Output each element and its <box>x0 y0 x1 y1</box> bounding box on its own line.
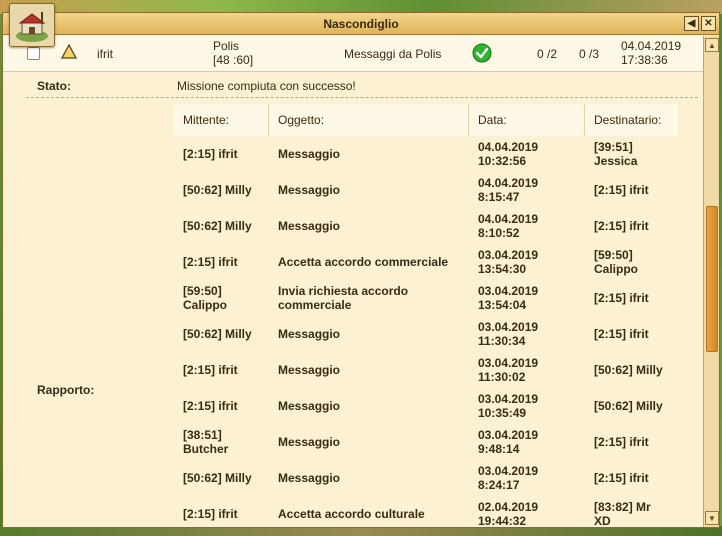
report-row: [2:15] ifrit Accetta accordo culturale 02.… <box>173 496 678 527</box>
header-subject: Oggetto: <box>278 113 325 127</box>
vertical-scrollbar[interactable]: ▲ ▼ <box>703 36 719 527</box>
report-date: 03.04.2019 11:30:34 <box>478 320 539 348</box>
header-date: Data: <box>478 113 507 127</box>
report-subject: Messaggio <box>278 327 341 341</box>
hideout-building-icon <box>9 3 55 47</box>
header-recipient: Destinatario: <box>594 113 662 127</box>
report-recipient[interactable]: [2:15] ifrit <box>594 183 649 197</box>
scroll-down-icon[interactable]: ▼ <box>705 511 719 525</box>
header-sender: Mittente: <box>183 113 230 127</box>
select-checkbox[interactable] <box>27 47 40 60</box>
report-subject: Messaggio <box>278 183 341 197</box>
scrollbar-thumb[interactable] <box>706 206 718 352</box>
report-header-row: Mittente: Oggetto: Data: Destinatario: <box>173 104 678 136</box>
report-sender[interactable]: [50:62] Milly <box>183 471 252 485</box>
report-date: 03.04.2019 13:54:30 <box>478 248 539 276</box>
report-recipient[interactable]: [2:15] ifrit <box>594 471 649 485</box>
report-row: [59:50] Calippo Invia richiesta accordo c… <box>173 280 678 316</box>
report-recipient[interactable]: [50:62] Milly <box>594 363 663 377</box>
report-date: 04.04.2019 8:10:52 <box>478 212 539 240</box>
arrow-left-icon[interactable]: ◀ <box>684 16 699 31</box>
report-row: [38:51] Butcher Messaggio 03.04.2019 9:48:… <box>173 424 678 460</box>
polis-name: Polis <box>213 39 240 53</box>
report-date: 02.04.2019 19:44:32 <box>478 500 539 527</box>
message-row[interactable]: ifrit Polis [48 :60] Messaggi da Polis 0… <box>3 36 703 72</box>
message-subject[interactable]: Messaggi da Polis <box>344 47 441 61</box>
window-title: Nascondiglio <box>323 17 399 31</box>
report-recipient[interactable]: [83:82] Mr XD <box>594 500 651 527</box>
report-sender[interactable]: [50:62] Milly <box>183 183 252 197</box>
report-subject: Messaggio <box>278 471 341 485</box>
hideout-window: Nascondiglio ◀ ✕ ifrit Polis [48 :60] Me… <box>2 3 720 528</box>
report-recipient[interactable]: [59:50] Calippo <box>594 248 638 276</box>
report-date: 03.04.2019 13:54:04 <box>478 284 539 312</box>
report-row: [2:15] ifrit Messaggio 03.04.2019 10:35:49… <box>173 388 678 424</box>
report-date: 04.04.2019 10:32:56 <box>478 140 539 168</box>
report-subject: Accetta accordo culturale <box>278 507 425 521</box>
report-subject: Invia richiesta accordo commerciale <box>278 284 409 312</box>
report-row: [2:15] ifrit Messaggio 03.04.2019 11:30:02… <box>173 352 678 388</box>
message-date: 04.04.2019 17:38:36 <box>621 39 681 67</box>
report-row: [50:62] Milly Messaggio 03.04.2019 8:24:17… <box>173 460 678 496</box>
report-recipient[interactable]: [2:15] ifrit <box>594 327 649 341</box>
message-date-day: 04.04.2019 <box>621 39 682 53</box>
close-icon[interactable]: ✕ <box>701 16 716 31</box>
report-subject: Messaggio <box>278 147 341 161</box>
polis-coords: [48 :60] <box>213 53 254 67</box>
report-subject: Messaggio <box>278 435 341 449</box>
status-label: Stato: <box>37 79 71 93</box>
report-date: 03.04.2019 11:30:02 <box>478 356 539 384</box>
status-row: Stato: Missione compiuta con successo! <box>26 73 698 98</box>
report-row: [2:15] ifrit Accetta accordo commerciale 0… <box>173 244 678 280</box>
report-rows: [2:15] ifrit Messaggio 04.04.2019 10:32:56… <box>173 136 678 527</box>
report-subject: Messaggio <box>278 219 341 233</box>
status-value: Missione compiuta con successo! <box>177 79 356 93</box>
report-recipient[interactable]: [2:15] ifrit <box>594 435 649 449</box>
count-losses: 0 /3 <box>579 47 600 61</box>
report-sender[interactable]: [50:62] Milly <box>183 219 252 233</box>
report-row: [2:15] ifrit Messaggio 04.04.2019 10:32:56… <box>173 136 678 172</box>
mission-detail: Stato: Missione compiuta con successo! R… <box>26 73 703 527</box>
message-polis[interactable]: Polis [48 :60] <box>213 39 253 67</box>
report-sender[interactable]: [38:51] Butcher <box>183 428 228 456</box>
report-subject: Messaggio <box>278 363 341 377</box>
report-subject: Accetta accordo commerciale <box>278 255 449 269</box>
column-divider <box>268 104 269 136</box>
report-date: 04.04.2019 8:15:47 <box>478 176 539 204</box>
report-sender[interactable]: [50:62] Milly <box>183 327 252 341</box>
warning-icon <box>60 43 78 62</box>
report-row: [50:62] Milly Messaggio 03.04.2019 11:30:3… <box>173 316 678 352</box>
report-label: Rapporto: <box>37 383 95 397</box>
report-recipient[interactable]: [2:15] ifrit <box>594 219 649 233</box>
report-sender[interactable]: [2:15] ifrit <box>183 399 238 413</box>
report-recipient[interactable]: [39:51] Jessica <box>594 140 637 168</box>
report-sender[interactable]: [2:15] ifrit <box>183 147 238 161</box>
report-sender[interactable]: [59:50] Calippo <box>183 284 227 312</box>
report-table: Mittente: Oggetto: Data: Destinatario: [… <box>173 104 678 527</box>
report-date: 03.04.2019 10:35:49 <box>478 392 539 420</box>
report-sender[interactable]: [2:15] ifrit <box>183 255 238 269</box>
report-date: 03.04.2019 9:48:14 <box>478 428 539 456</box>
column-divider <box>584 104 585 136</box>
report-sender[interactable]: [2:15] ifrit <box>183 363 238 377</box>
report-date: 03.04.2019 8:24:17 <box>478 464 539 492</box>
report-subject: Messaggio <box>278 399 341 413</box>
column-divider <box>468 104 469 136</box>
success-check-icon <box>472 43 492 66</box>
report-sender[interactable]: [2:15] ifrit <box>183 507 238 521</box>
report-row: [50:62] Milly Messaggio 04.04.2019 8:15:47… <box>173 172 678 208</box>
report-recipient[interactable]: [50:62] Milly <box>594 399 663 413</box>
count-units: 0 /2 <box>537 47 558 61</box>
report-row: [50:62] Milly Messaggio 04.04.2019 8:10:52… <box>173 208 678 244</box>
window-titlebar[interactable]: Nascondiglio ◀ ✕ <box>3 13 719 35</box>
message-from[interactable]: ifrit <box>97 47 113 61</box>
report-recipient[interactable]: [2:15] ifrit <box>594 291 649 305</box>
message-date-time: 17:38:36 <box>621 53 668 67</box>
message-list: ifrit Polis [48 :60] Messaggi da Polis 0… <box>3 36 703 527</box>
scroll-up-icon[interactable]: ▲ <box>705 38 719 52</box>
